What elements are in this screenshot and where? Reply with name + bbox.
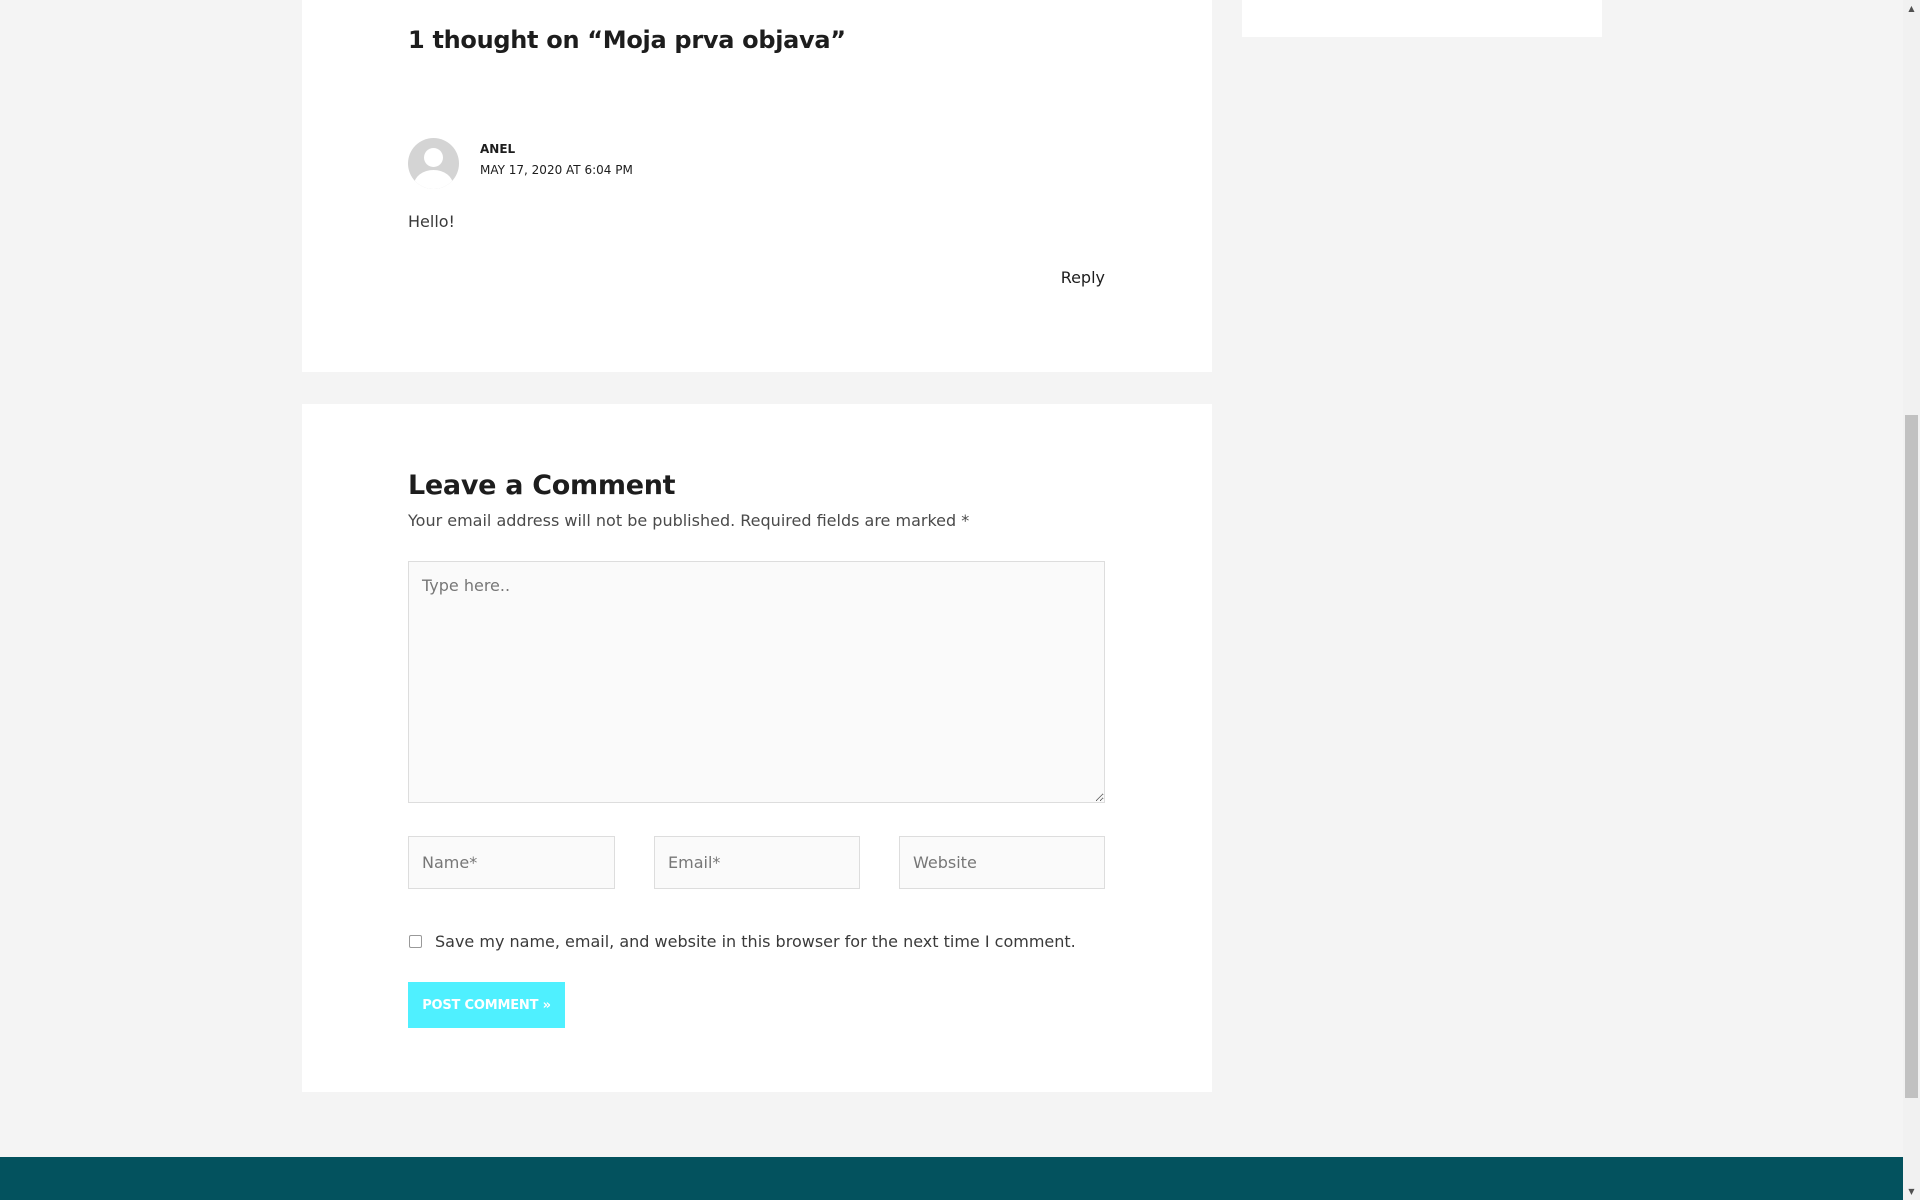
scroll-down-arrow-icon[interactable]: ▼ bbox=[1903, 1183, 1920, 1200]
comment-author: ANEL bbox=[480, 142, 516, 156]
default-user-avatar-icon bbox=[408, 138, 459, 189]
scrollbar-thumb[interactable] bbox=[1905, 415, 1918, 1098]
website-field[interactable] bbox=[899, 836, 1105, 889]
comment-textarea[interactable] bbox=[408, 561, 1105, 803]
comment-notes: Your email address will not be published… bbox=[408, 511, 969, 530]
required-marker: * bbox=[961, 511, 970, 530]
site-footer bbox=[0, 1157, 1903, 1200]
avatar-head-shape bbox=[424, 148, 443, 167]
save-info-label[interactable]: Save my name, email, and website in this… bbox=[435, 932, 1076, 951]
sidebar-widget bbox=[1242, 0, 1602, 37]
email-field[interactable] bbox=[654, 836, 860, 889]
post-comment-button[interactable]: Post Comment » bbox=[408, 982, 565, 1028]
name-field[interactable] bbox=[408, 836, 615, 889]
reply-title: Leave a Comment bbox=[408, 470, 676, 501]
cookies-consent: Save my name, email, and website in this… bbox=[408, 932, 1076, 951]
scroll-up-arrow-icon[interactable]: ▲ bbox=[1903, 0, 1920, 17]
avatar-body-shape bbox=[414, 170, 453, 189]
vertical-scrollbar[interactable]: ▲ ▼ bbox=[1903, 0, 1920, 1200]
comments-section: 1 thought on “Moja prva objava” ANEL MAY… bbox=[302, 0, 1212, 372]
comments-title: 1 thought on “Moja prva objava” bbox=[408, 26, 846, 54]
comment-text: Hello! bbox=[408, 212, 455, 231]
reply-link[interactable]: Reply bbox=[1061, 268, 1105, 287]
comment-notes-text: Your email address will not be published… bbox=[408, 511, 957, 530]
comment-form-section: Leave a Comment Your email address will … bbox=[302, 404, 1212, 1092]
comment-date[interactable]: MAY 17, 2020 AT 6:04 PM bbox=[480, 163, 633, 177]
save-info-checkbox[interactable] bbox=[409, 935, 422, 948]
